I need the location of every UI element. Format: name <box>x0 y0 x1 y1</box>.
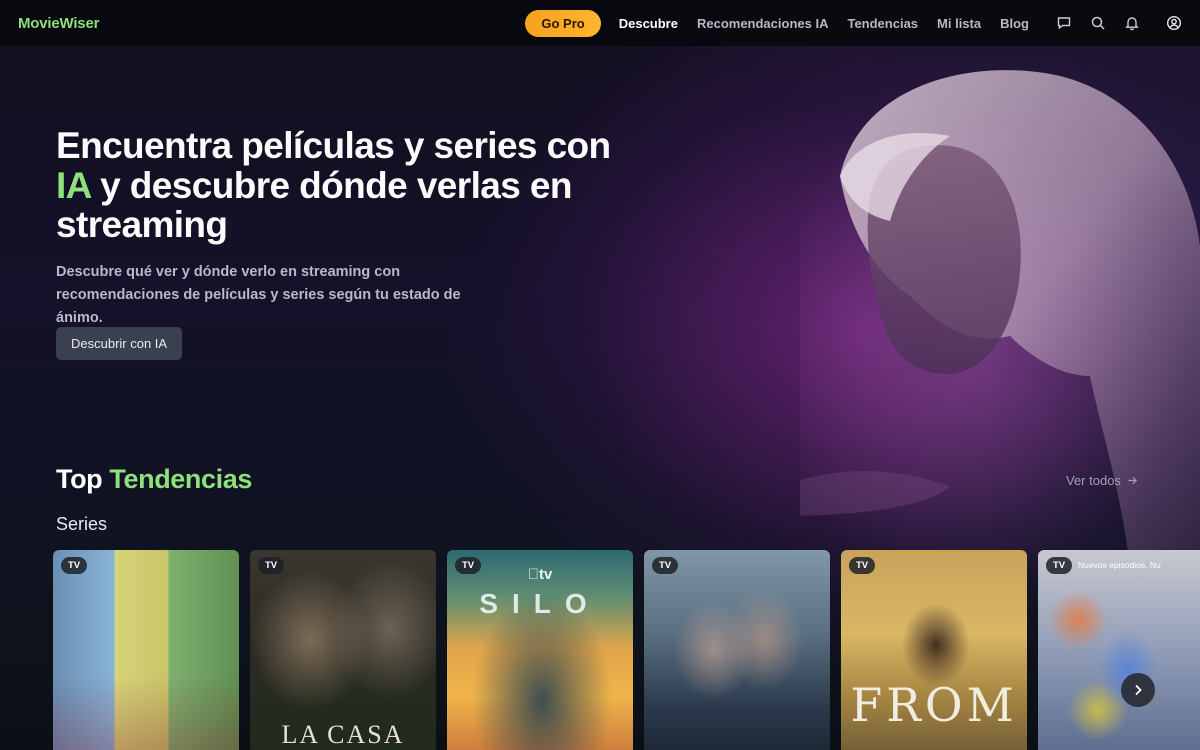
page: MovieWiser Go Pro Descubre Recomendacion… <box>0 0 1200 750</box>
nav-link-mi-lista[interactable]: Mi lista <box>937 16 981 31</box>
apple-icon:  <box>528 566 539 583</box>
poster-image <box>53 550 239 750</box>
hero-title-accent: IA <box>56 164 91 206</box>
tv-badge: TV <box>258 557 285 574</box>
poster-image <box>1038 550 1200 750</box>
series-card[interactable]: TV tv SILO <box>447 550 633 750</box>
poster-title: LA CASA DEL <box>281 720 405 749</box>
tv-badge: TV <box>1046 557 1073 574</box>
nav-menu: Go Pro Descubre Recomendaciones IA Tende… <box>525 9 1182 37</box>
tv-badge: TV <box>652 557 679 574</box>
new-episodes-label: Nuevos episodios. Nu <box>1078 560 1161 570</box>
chevron-right-icon <box>1135 684 1142 696</box>
hero-image <box>750 46 1200 586</box>
hero-subtitle: Descubre qué ver y dónde verlo en stream… <box>56 264 461 326</box>
series-card[interactable]: TV FROM <box>841 550 1027 750</box>
go-pro-button[interactable]: Go Pro <box>525 9 601 37</box>
hero-title: Encuentra películas y series con IA y de… <box>56 126 616 245</box>
poster-title: SILO <box>479 588 601 619</box>
poster-image <box>644 550 830 750</box>
top-nav: MovieWiser Go Pro Descubre Recomendacion… <box>0 0 1200 46</box>
series-card[interactable]: TV LA CASA DEL <box>250 550 436 750</box>
trending-title-part1: Top <box>56 464 110 494</box>
nav-link-descubre[interactable]: Descubre <box>619 16 678 31</box>
nav-link-recomendaciones[interactable]: Recomendaciones IA <box>697 16 829 31</box>
tv-badge: TV <box>849 557 876 574</box>
see-all-label: Ver todos <box>1066 473 1121 488</box>
trending-carousel: TV TV LA CASA DEL TV tv SILO TV TV FROM <box>53 550 1200 750</box>
carousel-next-button[interactable] <box>1121 673 1155 707</box>
trending-title: Top Tendencias <box>56 464 252 495</box>
series-card[interactable]: TV <box>53 550 239 750</box>
streaming-brand-label: tv <box>533 566 552 583</box>
bell-icon[interactable] <box>1124 15 1140 31</box>
nav-link-tendencias[interactable]: Tendencias <box>847 16 918 31</box>
series-card[interactable]: TV <box>644 550 830 750</box>
poster-title: FROM <box>850 678 1018 732</box>
discover-ai-button[interactable]: Descubrir con IA <box>56 327 183 360</box>
hero-title-part2: y descubre dónde verlas en streaming <box>56 164 572 245</box>
category-label: Series <box>56 514 108 534</box>
tv-badge: TV <box>61 557 88 574</box>
series-card[interactable]: TV Nuevos episodios. Nu <box>1038 550 1200 750</box>
search-icon[interactable] <box>1090 15 1106 31</box>
trending-title-accent: Tendencias <box>109 464 252 494</box>
user-icon[interactable] <box>1166 15 1182 31</box>
brand-logo[interactable]: MovieWiser <box>18 15 99 32</box>
streaming-brand: tv <box>447 566 633 583</box>
see-all-link[interactable]: Ver todos <box>1066 473 1138 488</box>
arrow-right-icon <box>1128 476 1137 485</box>
hero-title-part1: Encuentra películas y series con <box>56 125 611 166</box>
chat-icon[interactable] <box>1056 15 1072 31</box>
nav-link-blog[interactable]: Blog <box>1000 16 1029 31</box>
